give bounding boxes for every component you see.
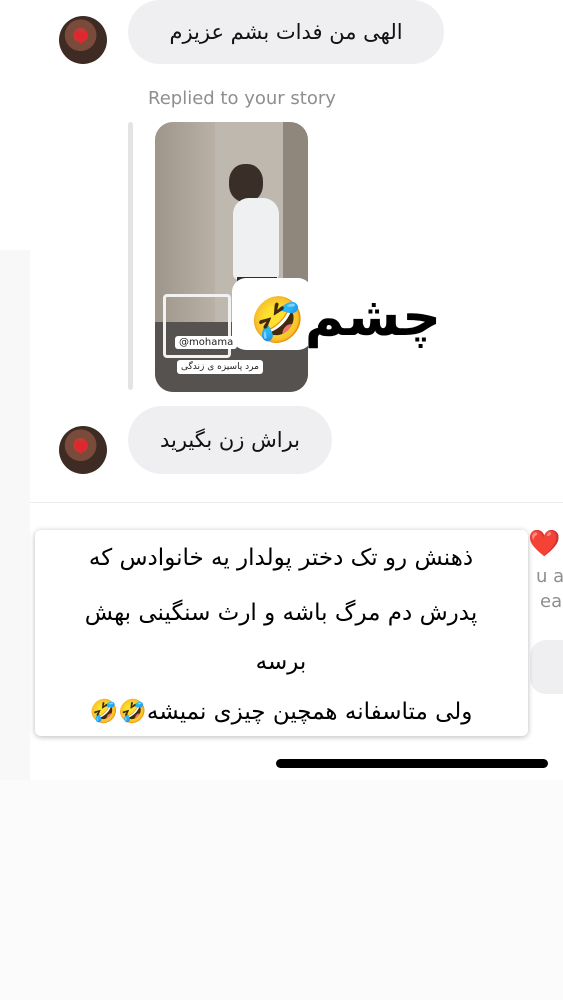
rofl-emoji-icon: 🤣 <box>250 295 305 346</box>
message-bubble[interactable]: الهی من فدات بشم عزیزم <box>128 0 444 64</box>
overlay-line-4-text: ولی متاسفانه همچین چیزی نمیشه <box>146 699 473 725</box>
sticker-text: چشم <box>304 285 442 348</box>
overlay-line-4: ولی متاسفانه همچین چیزی نمیشه🤣🤣 <box>55 697 507 727</box>
home-indicator[interactable] <box>276 759 548 768</box>
replied-to-story-label: Replied to your story <box>148 88 336 109</box>
cut-off-text-2: ead <box>540 591 563 612</box>
cut-off-bubble[interactable] <box>530 640 563 694</box>
story-caption: مرد پاسیزه ی زندگی <box>177 360 263 374</box>
story-person-body <box>233 198 279 280</box>
story-handle-tag: @mohama <box>175 336 238 349</box>
story-person-head <box>229 164 263 202</box>
sender-avatar-2[interactable]: ♥ <box>59 426 107 474</box>
divider <box>30 502 563 503</box>
rofl-emoji-pair-icon: 🤣🤣 <box>89 699 147 725</box>
message-text: الهی من فدات بشم عزیزم <box>169 20 403 44</box>
red-heart-icon[interactable]: ❤️ <box>528 530 560 558</box>
message-bubble-2[interactable]: براش زن بگیرید <box>128 406 332 474</box>
cut-off-text: u and <box>536 566 563 587</box>
story-sticker: چشم🤣 <box>250 282 441 356</box>
overlay-line-3: برسه <box>255 649 307 675</box>
message-text-2: براش زن بگیرید <box>159 428 301 452</box>
reply-indicator-bar <box>128 122 133 390</box>
sender-avatar[interactable]: ♥ <box>59 16 107 64</box>
overlay-line-2: پدرش دم مرگ باشه و ارث سنگینی بهش <box>84 600 478 626</box>
heart-icon: ♥ <box>73 438 90 459</box>
background-strip <box>0 250 30 780</box>
heart-icon: ♥ <box>73 28 90 49</box>
overlay-line-1: ذهنش رو تک دختر پولدار یه خانوادس که <box>88 545 474 571</box>
